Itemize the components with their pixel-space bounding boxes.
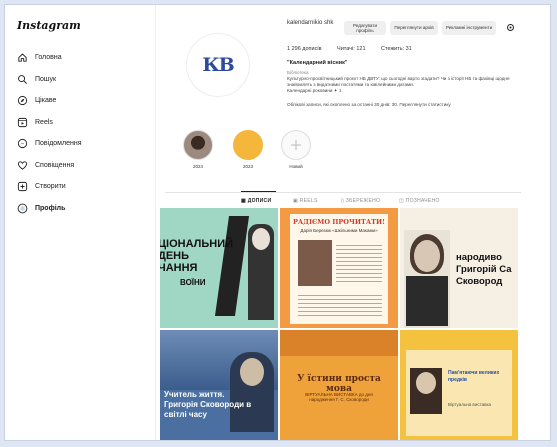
tab-label: ДОПИСИ	[247, 198, 272, 204]
tabs-divider	[165, 192, 521, 193]
portrait-face	[414, 240, 440, 272]
post-subtitle: ВОЇНИ	[180, 278, 206, 287]
highlight-label: Новий	[289, 164, 303, 169]
following-count[interactable]: Стежить: 31	[381, 46, 412, 52]
profile-display-name: "Календарний вісник"	[287, 60, 348, 66]
highlight-new[interactable]: Новий	[281, 130, 311, 169]
plus-icon	[291, 140, 301, 150]
reels-icon	[15, 115, 29, 129]
sidebar: Instagram Головна Пошук Цікаве Reels Пов…	[5, 5, 156, 440]
tab-posts[interactable]: ▦ ДОПИСИ	[241, 198, 271, 204]
portrait-face	[252, 228, 270, 250]
text-lines	[336, 242, 382, 282]
tab-label: REELS	[299, 198, 318, 204]
tab-reels[interactable]: ▣ REELS	[293, 198, 318, 204]
highlight-label: 2023	[242, 164, 253, 169]
instagram-logo[interactable]: Instagram	[17, 19, 81, 32]
grid-icon: ▦	[241, 198, 248, 204]
ad-tools-button[interactable]: Рекламні інструменти	[442, 21, 496, 35]
reels-icon: ▣	[293, 198, 300, 204]
profile-username: kalendarnikio shk	[287, 20, 334, 26]
sidebar-item-create[interactable]: Створити	[15, 176, 82, 198]
profile-avatar-icon	[15, 201, 29, 215]
sidebar-item-messages[interactable]: Повідомлення	[15, 133, 82, 155]
sidebar-item-explore[interactable]: Цікаве	[15, 90, 82, 112]
tab-label: ЗБЕРЕЖЕНО	[345, 198, 381, 204]
sidebar-item-home[interactable]: Головна	[15, 47, 82, 69]
profile-category: Бібліотека	[287, 70, 309, 75]
sidebar-item-label: Повідомлення	[35, 140, 82, 148]
text-lines	[298, 292, 382, 318]
tab-saved[interactable]: ▯ ЗБЕРЕЖЕНО	[341, 198, 380, 204]
sidebar-item-search[interactable]: Пошук	[15, 69, 82, 91]
insights-link[interactable]: Облікові записи, які охоплено за останні…	[287, 102, 451, 107]
heart-icon	[15, 158, 29, 172]
post-title: народиво Григорій Са Сковород	[456, 252, 512, 287]
post-title: Учитель життя. Григорія Сковороди в світ…	[164, 390, 252, 419]
bio-text: Культурно-просвітницький проєкт НБ ДВТУ:…	[287, 76, 510, 87]
highlight-label: 2024	[192, 164, 203, 169]
post-title: ЦІОНАЛЬНИЙ ДЕНЬ ЧАННЯ	[160, 238, 234, 274]
search-icon	[15, 72, 29, 86]
profile-avatar[interactable]: КВ	[186, 33, 250, 97]
sidebar-item-label: Створити	[35, 183, 66, 191]
plus-square-icon	[15, 180, 29, 194]
highlight-cover	[183, 130, 213, 160]
post-tile[interactable]: Пам'ятаючи великих предків Віртуальна ви…	[400, 330, 518, 440]
post-subtitle: Віртуальна виставка	[448, 402, 492, 407]
portrait-face	[416, 372, 436, 394]
photo-placeholder	[298, 240, 332, 286]
messenger-icon	[15, 137, 29, 151]
home-icon	[15, 51, 29, 65]
post-subtitle: Дарія Березюк «Шкільними Маками»	[300, 228, 378, 233]
post-header-band	[280, 330, 398, 356]
highlight-cover	[281, 130, 311, 160]
profile-stats: 1 296 дописів Читачі: 121 Стежить: 31	[287, 46, 426, 52]
sidebar-item-profile[interactable]: Профіль	[15, 198, 82, 220]
active-tab-indicator	[241, 191, 276, 192]
bio-more: Календарні роковини ✦ 1	[287, 88, 342, 93]
post-subtitle: ВІРТУАЛЬНА ВИСТАВКА до дня народження Г.…	[305, 392, 373, 402]
avatar-logo-text: КВ	[202, 54, 234, 76]
post-tile[interactable]: народиво Григорій Са Сковород	[400, 208, 518, 328]
view-archive-button[interactable]: Переглянути архів	[390, 21, 438, 35]
highlight-2023[interactable]: 2023	[233, 130, 263, 169]
sidebar-item-label: Головна	[35, 54, 62, 62]
highlight-2024[interactable]: 2024	[183, 130, 213, 169]
settings-gear-icon[interactable]	[506, 23, 515, 32]
posts-count: 1 296 дописів	[287, 46, 322, 52]
post-title: Пам'ятаючи великих предків	[448, 370, 500, 383]
post-title: У їстини проста мова	[297, 374, 381, 394]
compass-icon	[15, 94, 29, 108]
post-tile[interactable]: РАДІЄМО ПРОЧИТАТИ! Дарія Березюк «Шкільн…	[280, 208, 398, 328]
portrait-body	[406, 276, 448, 326]
sidebar-item-reels[interactable]: Reels	[15, 112, 82, 134]
post-tile[interactable]: ЦІОНАЛЬНИЙ ДЕНЬ ЧАННЯ ВОЇНИ	[160, 208, 278, 328]
post-tile[interactable]: У їстини проста мова ВІРТУАЛЬНА ВИСТАВКА…	[280, 330, 398, 440]
sidebar-item-label: Reels	[35, 118, 53, 126]
sidebar-item-label: Профіль	[35, 204, 66, 212]
followers-count[interactable]: Читачі: 121	[337, 46, 365, 52]
tab-tagged[interactable]: ◫ ПОЗНАЧЕНО	[399, 198, 440, 204]
portrait-face	[240, 358, 264, 386]
sidebar-nav: Головна Пошук Цікаве Reels Повідомлення …	[15, 47, 82, 219]
post-title: РАДІЄМО ПРОЧИТАТИ!	[292, 218, 386, 226]
sidebar-item-label: Пошук	[35, 75, 57, 83]
sidebar-item-notifications[interactable]: Сповіщення	[15, 155, 82, 177]
sidebar-item-label: Сповіщення	[35, 161, 75, 169]
highlight-cover	[233, 130, 263, 160]
profile-bio: Культурно-просвітницький проєкт НБ ДВТУ:…	[287, 76, 527, 94]
tag-icon: ◫	[399, 198, 406, 204]
tab-label: ПОЗНАЧЕНО	[405, 198, 440, 204]
edit-profile-button[interactable]: Редагувати профіль	[344, 21, 386, 35]
post-tile[interactable]: Учитель життя. Григорія Сковороди в світ…	[160, 330, 278, 440]
browser-window: Instagram Головна Пошук Цікаве Reels Пов…	[4, 4, 551, 441]
sidebar-item-label: Цікаве	[35, 97, 57, 105]
